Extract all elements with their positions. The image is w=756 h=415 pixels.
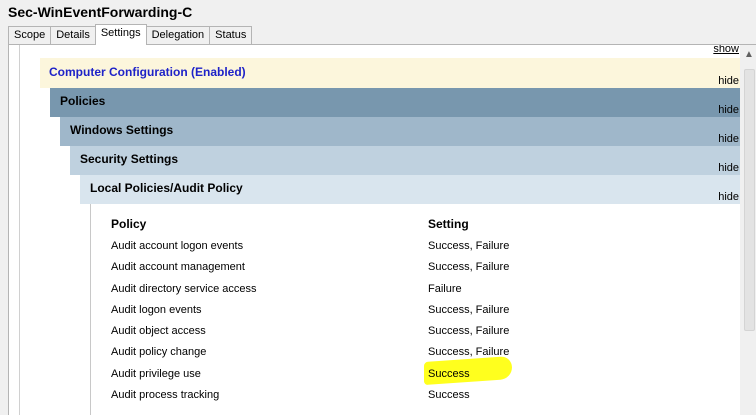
policy-name: Audit privilege use	[111, 367, 201, 380]
policy-name: Audit directory service access	[111, 282, 257, 295]
tab-status[interactable]: Status	[209, 26, 253, 45]
policy-name: Audit account logon events	[111, 240, 244, 252]
table-row: Audit account management Success, Failur…	[111, 258, 711, 279]
policy-setting: Success, Failure	[428, 240, 510, 252]
hide-link[interactable]: hide	[718, 162, 739, 174]
policy-name: Audit account management	[111, 261, 245, 274]
policy-name: Audit object access	[111, 325, 206, 338]
tab-settings[interactable]: Settings	[94, 24, 147, 45]
scrollbar-thumb[interactable]	[744, 69, 755, 331]
section-policies[interactable]: Policies hide	[50, 88, 750, 117]
policy-setting: Success, Failure	[428, 325, 510, 338]
section-security-settings[interactable]: Security Settings hide	[70, 146, 750, 175]
report-viewport: show Computer Configuration (Enabled) hi…	[19, 45, 751, 415]
indent-guide	[90, 204, 101, 415]
policy-name: Audit policy change	[111, 346, 207, 359]
policy-setting: Success, Failure	[428, 303, 510, 316]
window-title: Sec-WinEventForwarding-C	[8, 4, 193, 20]
table-row: Audit privilege use Success	[111, 365, 711, 386]
settings-report-frame: show Computer Configuration (Enabled) hi…	[8, 44, 756, 415]
section-label: Policies	[60, 94, 106, 108]
table-row: Audit account logon events Success, Fail…	[111, 237, 711, 258]
tab-scope[interactable]: Scope	[8, 26, 52, 45]
section-label: Computer Configuration (Enabled)	[49, 65, 246, 79]
column-header-setting: Setting	[428, 217, 469, 231]
section-local-policies-audit-policy[interactable]: Local Policies/Audit Policy hide	[80, 175, 750, 204]
section-label: Security Settings	[80, 152, 179, 166]
table-row: Audit policy change Success, Failure	[111, 343, 711, 364]
tab-details[interactable]: Details	[50, 26, 96, 45]
hide-link[interactable]: hide	[718, 191, 739, 203]
section-computer-configuration[interactable]: Computer Configuration (Enabled) hide	[40, 58, 750, 88]
show-link[interactable]: show	[713, 45, 739, 55]
table-row: Audit directory service access Failure	[111, 280, 711, 301]
policy-name: Audit logon events	[111, 303, 202, 316]
table-row: Audit process tracking Success	[111, 386, 711, 407]
hide-link[interactable]: hide	[718, 104, 739, 116]
policy-setting: Success, Failure	[428, 346, 510, 359]
column-header-policy: Policy	[111, 217, 147, 231]
audit-policy-table: Audit account logon events Success, Fail…	[111, 237, 711, 407]
hide-link[interactable]: hide	[718, 75, 739, 87]
policy-name: Audit process tracking	[111, 389, 220, 402]
policy-setting: Success	[428, 367, 470, 380]
policy-setting: Success, Failure	[428, 261, 510, 274]
scroll-up-arrow-icon[interactable]: ▲	[744, 49, 754, 60]
table-row: Audit logon events Success, Failure	[111, 301, 711, 322]
section-label: Local Policies/Audit Policy	[90, 181, 243, 195]
section-windows-settings[interactable]: Windows Settings hide	[60, 117, 750, 146]
table-row: Audit object access Success, Failure	[111, 322, 711, 343]
policy-setting: Failure	[428, 282, 462, 295]
section-label: Windows Settings	[70, 123, 174, 137]
tab-delegation[interactable]: Delegation	[145, 26, 211, 45]
hide-link[interactable]: hide	[718, 133, 739, 145]
policy-setting: Success	[428, 389, 470, 402]
tab-bar: Scope Details Settings Delegation Status	[8, 24, 253, 45]
vertical-scrollbar[interactable]: ▲	[740, 45, 756, 415]
